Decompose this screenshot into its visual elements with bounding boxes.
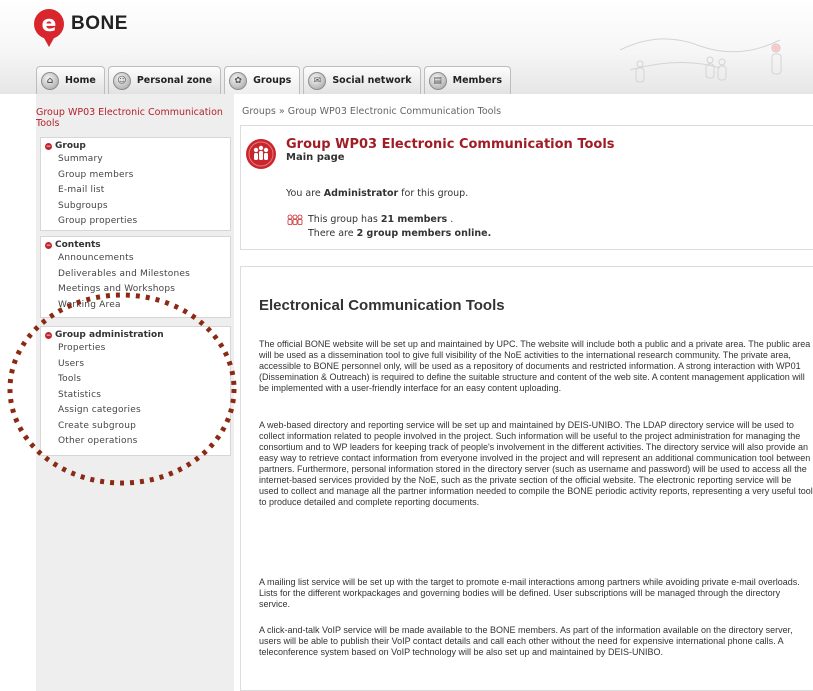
tab-personal-zone[interactable]: ☺ Personal zone xyxy=(107,66,222,94)
home-icon: ⌂ xyxy=(41,71,59,90)
section-heading[interactable]: − Group administration xyxy=(41,327,230,341)
tab-label: Personal zone xyxy=(136,75,213,86)
collapse-icon: − xyxy=(45,331,52,339)
tab-label: Home xyxy=(65,75,96,86)
section-heading[interactable]: − Contents xyxy=(41,237,230,251)
sidebar-item-summary[interactable]: Summary xyxy=(41,152,230,168)
sidebar-item-subgroups[interactable]: Subgroups xyxy=(41,199,230,215)
collapse-icon: − xyxy=(45,241,52,249)
online-count: 2 group members online. xyxy=(356,228,492,239)
members-count-link[interactable]: 21 members xyxy=(381,214,447,225)
members-count-text: This group has 21 members . xyxy=(308,214,454,225)
sidebar-item-group-members[interactable]: Group members xyxy=(41,168,230,184)
article-paragraph: A web-based directory and reporting serv… xyxy=(259,420,813,507)
person-icon: ☺ xyxy=(112,71,131,90)
page-title: Group WP03 Electronic Communication Tool… xyxy=(286,137,615,152)
online-members-text: There are 2 group members online. xyxy=(308,228,492,239)
sidebar-item-announcements[interactable]: Announcements xyxy=(41,251,230,267)
article-paragraph: The official BONE website will be set up… xyxy=(259,339,811,393)
admin-role: Administrator xyxy=(323,188,399,199)
members-icon: ▤ xyxy=(428,71,447,90)
collapse-icon: − xyxy=(45,142,52,150)
tab-social-network[interactable]: ✉ Social network xyxy=(303,66,421,94)
sidebar-item-tools[interactable]: Tools xyxy=(41,372,230,388)
group-icon xyxy=(246,139,276,169)
logo-text: BONE xyxy=(71,13,128,34)
people-network-illustration xyxy=(619,38,782,83)
sidebar-item-email-list[interactable]: E-mail list xyxy=(41,183,230,199)
tab-groups[interactable]: ✿ Groups xyxy=(224,66,301,94)
sidebar-item-create-subgroup[interactable]: Create subgroup xyxy=(41,419,230,435)
article-title: Electronical Communication Tools xyxy=(259,297,505,314)
sidebar-group-title: Group WP03 Electronic Communication Tool… xyxy=(36,107,223,129)
main-nav: ⌂ Home ☺ Personal zone ✿ Groups ✉ Social… xyxy=(36,66,512,94)
sidebar-section-contents: − Contents Announcements Deliverables an… xyxy=(40,236,231,318)
breadcrumb[interactable]: Groups » Group WP03 Electronic Communica… xyxy=(242,106,501,117)
groups-icon: ✿ xyxy=(229,71,248,90)
sidebar-item-assign-categories[interactable]: Assign categories xyxy=(41,403,230,419)
sidebar-item-properties[interactable]: Properties xyxy=(41,341,230,357)
section-heading[interactable]: − Group xyxy=(41,138,230,152)
sidebar-item-other-operations[interactable]: Other operations xyxy=(41,434,230,450)
article-paragraph: A mailing list service will be set up wi… xyxy=(259,577,800,609)
sidebar-item-deliverables[interactable]: Deliverables and Milestones xyxy=(41,267,230,283)
sidebar-item-working-area[interactable]: Working Area xyxy=(41,298,230,314)
sidebar-item-group-properties[interactable]: Group properties xyxy=(41,214,230,230)
logo-icon: e xyxy=(34,9,64,47)
sidebar-item-users[interactable]: Users xyxy=(41,357,230,373)
members-group-icon xyxy=(287,214,303,225)
sidebar-section-group-administration: − Group administration Properties Users … xyxy=(40,326,231,456)
sidebar-item-statistics[interactable]: Statistics xyxy=(41,388,230,404)
sidebar-section-group: − Group Summary Group members E-mail lis… xyxy=(40,137,231,231)
sidebar-item-meetings[interactable]: Meetings and Workshops xyxy=(41,282,230,298)
bone-logo[interactable]: e BONE xyxy=(34,4,128,47)
page-subtitle: Main page xyxy=(286,152,345,163)
tab-members[interactable]: ▤ Members xyxy=(423,66,512,94)
network-icon: ✉ xyxy=(308,71,327,90)
tab-label: Groups xyxy=(253,75,292,86)
tab-home[interactable]: ⌂ Home xyxy=(36,66,105,94)
article-paragraph: A click-and-talk VoIP service will be ma… xyxy=(259,625,793,657)
admin-status-text: You are Administrator for this group. xyxy=(286,188,469,199)
tab-label: Social network xyxy=(332,75,412,86)
tab-label: Members xyxy=(452,75,503,86)
